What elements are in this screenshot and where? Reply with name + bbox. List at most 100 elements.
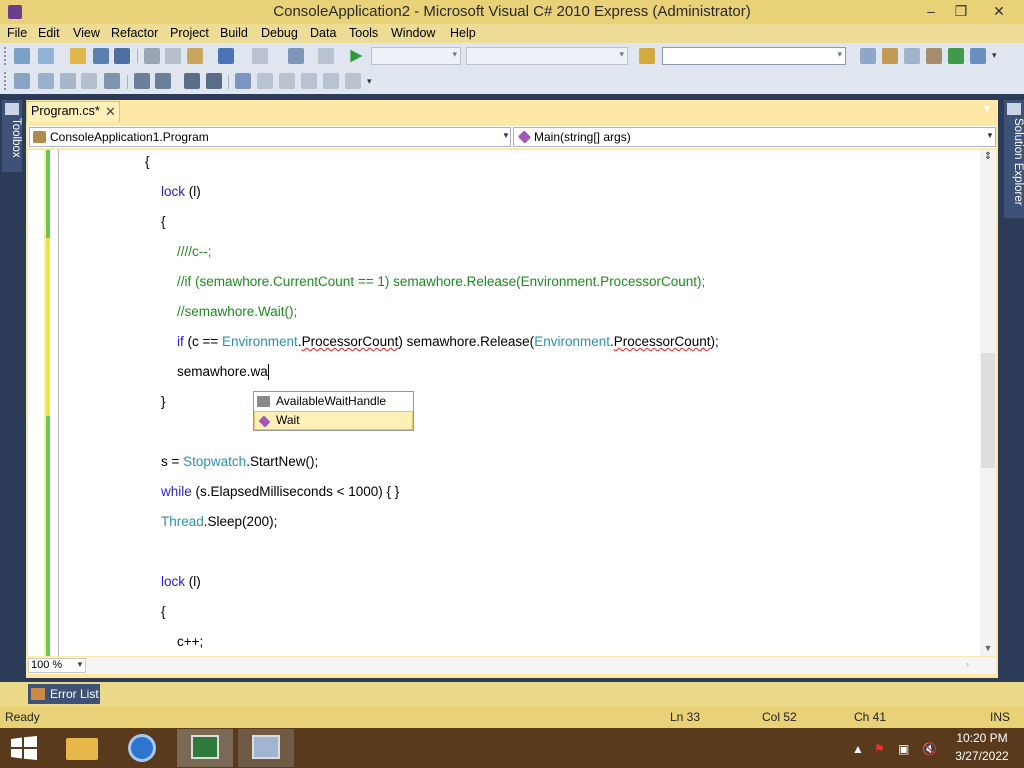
close-button[interactable]: ✕	[982, 0, 1016, 22]
menu-debug[interactable]: Debug	[261, 24, 298, 43]
code-line[interactable]: while (s.ElapsedMilliseconds < 1000) { }	[161, 482, 399, 502]
menu-view[interactable]: View	[73, 24, 100, 43]
copy-icon[interactable]	[165, 48, 181, 64]
comment-out-icon[interactable]	[184, 73, 200, 89]
scroll-right-icon[interactable]: ›	[966, 659, 969, 669]
add-item-icon[interactable]	[38, 48, 54, 64]
scroll-down-icon[interactable]: ▼	[981, 642, 995, 654]
code-line[interactable]: lock (l)	[161, 182, 201, 202]
tab-overflow-icon[interactable]: ▼	[982, 104, 992, 115]
extension-manager-icon[interactable]	[970, 48, 986, 64]
open-file-icon[interactable]	[70, 48, 86, 64]
chrome-taskbar-button[interactable]	[115, 729, 171, 767]
menu-project[interactable]: Project	[170, 24, 209, 43]
menu-help[interactable]: Help	[450, 24, 476, 43]
code-token: if	[177, 334, 184, 349]
menu-edit[interactable]: Edit	[38, 24, 60, 43]
object-browser-icon[interactable]	[904, 48, 920, 64]
cut-icon[interactable]	[144, 48, 160, 64]
code-line[interactable]: }	[161, 392, 166, 412]
toolbar-overflow-icon[interactable]: ▾	[992, 50, 997, 61]
increase-indent-icon[interactable]	[155, 73, 171, 89]
menu-data[interactable]: Data	[310, 24, 336, 43]
save-icon[interactable]	[93, 48, 109, 64]
toolbar-separator	[137, 49, 138, 63]
toggle-bookmark-icon[interactable]	[235, 73, 251, 89]
find-in-files-icon[interactable]	[639, 48, 655, 64]
object-members-icon[interactable]	[14, 73, 30, 89]
menu-window[interactable]: Window	[391, 24, 435, 43]
clear-bookmarks-icon[interactable]	[345, 73, 361, 89]
code-line[interactable]: s = Stopwatch.StartNew();	[161, 452, 318, 472]
start-button[interactable]	[10, 736, 38, 760]
volume-muted-icon[interactable]: 🔇	[922, 742, 937, 756]
toolbox-icon[interactable]	[926, 48, 942, 64]
visual-csharp-taskbar-button[interactable]	[177, 729, 233, 767]
quick-info-icon[interactable]	[60, 73, 76, 89]
undo-icon[interactable]	[218, 48, 234, 64]
solution-platform-combo[interactable]: ▾	[466, 47, 628, 65]
class-icon	[33, 131, 46, 143]
code-line[interactable]: Thread.Sleep(200);	[161, 512, 277, 532]
toolbar-grip[interactable]	[4, 47, 10, 65]
menu-refactor[interactable]: Refactor	[111, 24, 158, 43]
properties-window-icon[interactable]	[882, 48, 898, 64]
toolbar-grip[interactable]	[4, 72, 10, 90]
parameter-info-icon[interactable]	[38, 73, 54, 89]
code-line[interactable]: {	[161, 602, 166, 622]
save-all-icon[interactable]	[114, 48, 130, 64]
next-bookmark-icon[interactable]	[279, 73, 295, 89]
menu-file[interactable]: File	[7, 24, 27, 43]
code-line[interactable]: semawhore.wa	[177, 362, 269, 382]
clock-date[interactable]: 3/27/2022	[940, 749, 1024, 763]
start-page-icon[interactable]	[948, 48, 964, 64]
solution-configuration-combo[interactable]: ▾	[371, 47, 461, 65]
code-line[interactable]: ////c--;	[177, 242, 212, 262]
previous-bookmark-folder-icon[interactable]	[301, 73, 317, 89]
new-project-icon[interactable]	[14, 48, 30, 64]
performance-monitor-taskbar-button[interactable]	[238, 729, 294, 767]
outlining-line	[58, 150, 59, 656]
property-icon	[257, 396, 270, 407]
paste-icon[interactable]	[187, 48, 203, 64]
splitter-icon[interactable]: ⇕	[981, 150, 995, 164]
menu-build[interactable]: Build	[220, 24, 248, 43]
solution-explorer-icon[interactable]	[860, 48, 876, 64]
intellisense-item-selected[interactable]: Wait	[254, 411, 413, 430]
restore-button[interactable]: ❐	[944, 0, 978, 22]
intellisense-item[interactable]: AvailableWaitHandle	[254, 392, 413, 411]
scrollbar-thumb[interactable]	[981, 353, 995, 468]
code-line[interactable]: {	[161, 212, 166, 232]
code-line[interactable]: if (c == Environment.ProcessorCount) sem…	[177, 332, 719, 352]
chevron-down-icon[interactable]: ▼	[502, 131, 510, 140]
code-line[interactable]: {	[145, 152, 150, 172]
navigate-forward-icon[interactable]	[318, 48, 334, 64]
horizontal-scrollbar[interactable]	[28, 657, 996, 674]
redo-icon[interactable]	[252, 48, 268, 64]
chevron-down-icon[interactable]: ▼	[76, 660, 84, 669]
document-tab-close-icon[interactable]: ✕	[105, 101, 116, 122]
navigate-backward-icon[interactable]	[288, 48, 304, 64]
toolbar-overflow-icon[interactable]: ▾	[367, 76, 372, 87]
minimize-button[interactable]: –	[914, 0, 948, 22]
network-icon[interactable]: ▣	[898, 742, 909, 756]
uncomment-icon[interactable]	[206, 73, 222, 89]
format-icon[interactable]	[104, 73, 120, 89]
code-token: lock	[161, 184, 186, 199]
code-line[interactable]: //semawhore.Wait();	[177, 302, 297, 322]
previous-bookmark-icon[interactable]	[257, 73, 273, 89]
code-line[interactable]: c++;	[177, 632, 203, 652]
code-line[interactable]: lock (l)	[161, 572, 201, 592]
next-bookmark-folder-icon[interactable]	[323, 73, 339, 89]
code-line[interactable]: //if (semawhore.CurrentCount == 1) semaw…	[177, 272, 705, 292]
word-completion-icon[interactable]	[81, 73, 97, 89]
file-explorer-taskbar-button[interactable]	[54, 729, 110, 767]
clock-time[interactable]: 10:20 PM	[940, 731, 1024, 745]
decrease-indent-icon[interactable]	[134, 73, 150, 89]
code-token: Environment	[534, 334, 610, 349]
show-hidden-icons-icon[interactable]: ▲	[852, 742, 864, 756]
menu-tools[interactable]: Tools	[349, 24, 378, 43]
find-combo[interactable]: ▾	[662, 47, 846, 65]
action-center-icon[interactable]: ⚑	[874, 742, 885, 756]
chevron-down-icon[interactable]: ▼	[986, 131, 994, 140]
